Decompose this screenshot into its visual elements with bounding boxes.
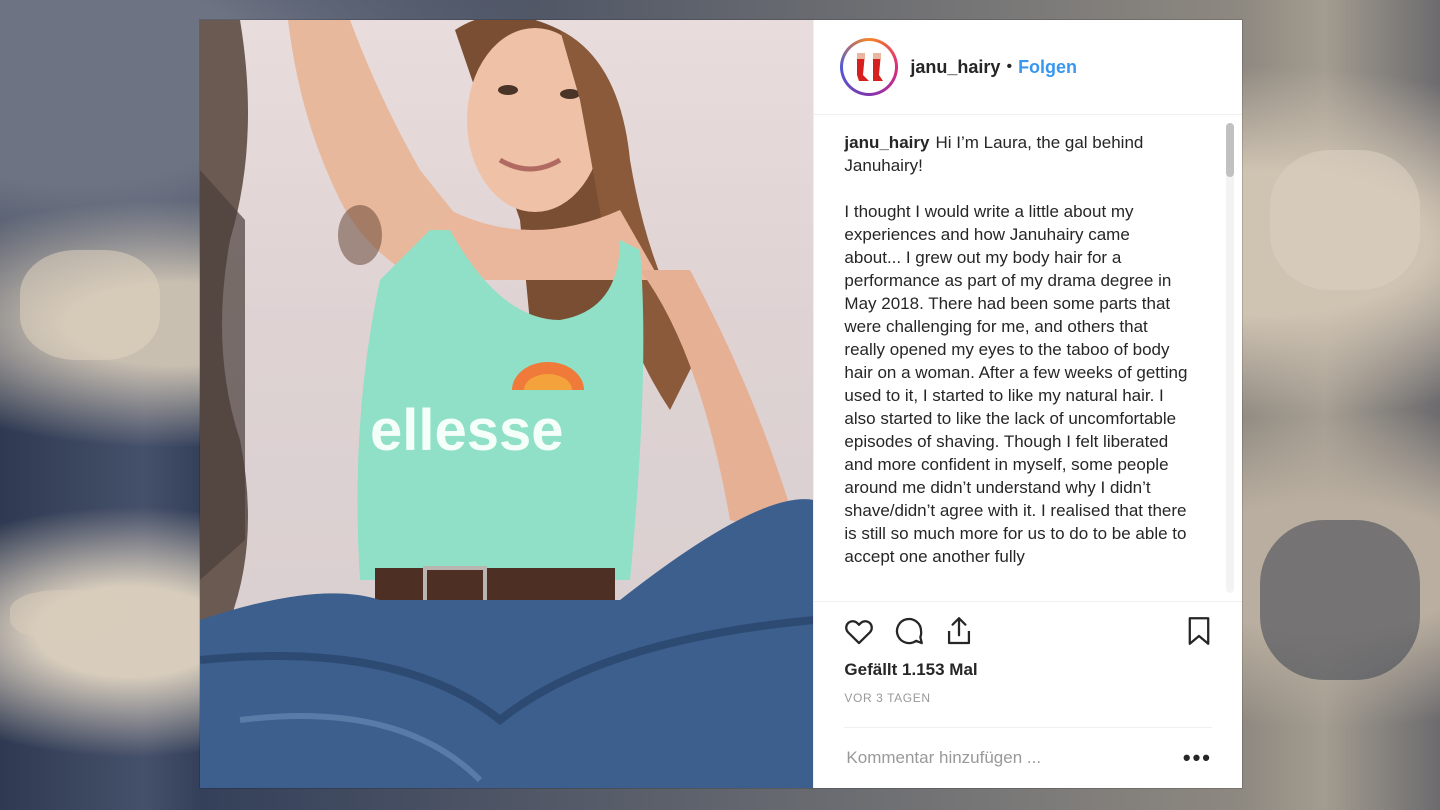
post-header: janu_hairy • Folgen	[814, 20, 1242, 116]
underarm	[338, 205, 382, 265]
username-link[interactable]: janu_hairy	[910, 57, 1000, 78]
eye	[498, 85, 518, 95]
wall-texture	[20, 250, 160, 360]
separator-dot: •	[1006, 58, 1013, 76]
shirt-text: ellesse	[370, 398, 564, 463]
belt	[375, 568, 615, 602]
clothes-rack	[200, 170, 245, 580]
wall-texture	[10, 590, 130, 640]
bookmark-icon[interactable]	[1182, 614, 1216, 648]
action-bar	[814, 601, 1242, 659]
avatar-image	[843, 41, 896, 94]
heart-icon[interactable]	[842, 614, 876, 648]
scrollbar-thumb[interactable]	[1226, 123, 1234, 178]
legs-icon	[857, 53, 884, 82]
caption-username[interactable]: janu_hairy	[844, 133, 929, 152]
caption-scrollbar[interactable]	[1226, 123, 1234, 594]
instagram-post: ellesse janu_hairy • Folgen janu_hairy H…	[200, 20, 1242, 788]
avatar[interactable]	[840, 38, 899, 97]
caption-intro: janu_hairy Hi I’m Laura, the gal behind J…	[844, 131, 1190, 177]
follow-button[interactable]: Folgen	[1018, 57, 1077, 78]
likes-count[interactable]: Gefällt 1.153 Mal	[814, 660, 1242, 683]
post-side-panel: janu_hairy • Folgen janu_hairy Hi I’m Lau…	[813, 20, 1242, 788]
comment-bubble-icon[interactable]	[892, 614, 926, 648]
more-options-button[interactable]: •••	[1183, 745, 1212, 771]
caption-scroll-area[interactable]: janu_hairy Hi I’m Laura, the gal behind J…	[814, 115, 1242, 601]
post-image: ellesse	[200, 20, 814, 788]
comment-row: •••	[844, 726, 1212, 788]
post-photo: ellesse	[200, 20, 814, 788]
comment-input[interactable]	[844, 746, 1149, 769]
wall-texture	[1270, 150, 1420, 290]
share-icon[interactable]	[942, 614, 976, 648]
eye	[560, 89, 580, 99]
post-timestamp[interactable]: VOR 3 TAGEN	[814, 683, 1242, 718]
caption-body: I thought I would write a little about m…	[844, 202, 1188, 567]
wall-texture	[1260, 520, 1420, 680]
